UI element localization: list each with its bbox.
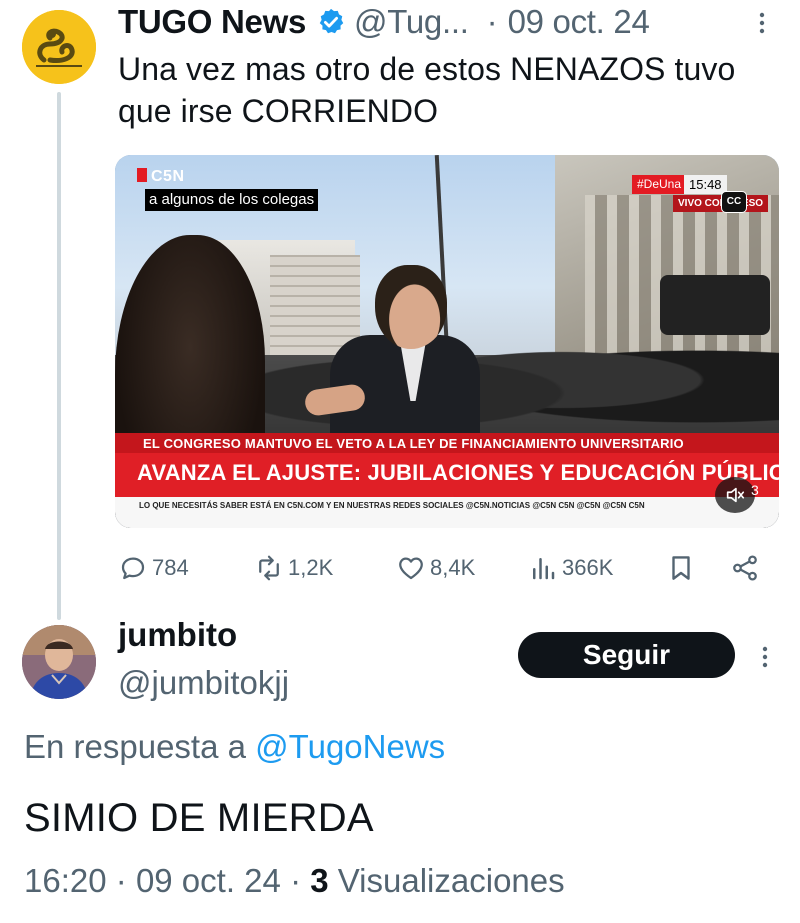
reply-mention-link[interactable]: @TugoNews (255, 728, 445, 765)
video-frame-head (375, 265, 447, 349)
reply-date[interactable]: 09 oct. 24 (136, 862, 281, 899)
separator-dot: · (115, 862, 127, 899)
separator-dot: · (290, 862, 302, 899)
reply-button[interactable]: 784 (118, 548, 189, 588)
program-tag: #DeUna (632, 175, 687, 194)
share-icon (730, 553, 760, 583)
share-button[interactable] (730, 548, 760, 588)
news-banner-headline: AVANZA EL AJUSTE: JUBILACIONES Y EDUCACI… (137, 460, 779, 485)
jumbito-avatar[interactable] (22, 625, 96, 699)
views-button[interactable]: 366K (528, 548, 613, 588)
follow-button[interactable]: Seguir (518, 632, 735, 678)
bookmark-button[interactable] (666, 548, 696, 588)
channel-logo: C5N (137, 168, 185, 186)
views-icon (528, 553, 558, 583)
in-reply-to-label: En respuesta a (24, 728, 246, 765)
in-reply-to: En respuesta a @TugoNews (24, 728, 445, 766)
volume-muted-icon[interactable] (715, 477, 755, 513)
reply-text: SIMIO DE MIERDA (24, 796, 374, 840)
views-count: 366K (562, 555, 614, 580)
broadcast-time: 15:48 (684, 175, 727, 194)
reply-author-handle[interactable]: @jumbitokjj (118, 664, 289, 702)
closed-captions-button[interactable]: CC (721, 191, 747, 213)
reply-views-count: 3 (310, 862, 329, 899)
gadsden-flag-snake-icon (22, 10, 96, 84)
retweet-icon (254, 553, 284, 583)
reply-metadata: 16:20 · 09 oct. 24 · 3 Visualizaciones (24, 862, 565, 900)
reply-views-label[interactable]: Visualizaciones (338, 862, 565, 899)
tweet-date[interactable]: 09 oct. 24 (508, 3, 650, 41)
video-counter: 3 (751, 482, 759, 498)
video-frame-camera (660, 275, 770, 335)
more-options-icon[interactable] (755, 640, 775, 674)
reply-count: 784 (152, 555, 189, 580)
bookmark-icon (666, 553, 696, 583)
more-options-icon[interactable] (752, 6, 772, 40)
verified-badge-icon (316, 7, 346, 37)
video-player[interactable]: C5N a algunos de los colegas #DeUna 15:4… (115, 155, 779, 528)
like-count: 8,4K (430, 555, 476, 580)
author-name[interactable]: TUGO News (118, 3, 306, 41)
separator-dot: · (486, 3, 498, 40)
tweet-text: Una vez mas otro de estos NENAZOS tuvo q… (118, 51, 736, 129)
like-button[interactable]: 8,4K (396, 548, 475, 588)
thread-connector-line (57, 92, 61, 620)
news-banner-top-text: EL CONGRESO MANTUVO EL VETO A LA LEY DE … (143, 436, 684, 451)
reply-author-name[interactable]: jumbito (118, 616, 237, 654)
tweet-header: TUGO News @Tug... · 09 oct. 24 (118, 2, 650, 42)
retweet-button[interactable]: 1,2K (254, 548, 333, 588)
news-banner-footer-text: LO QUE NECESITÁS SABER ESTÁ EN C5N.COM Y… (139, 501, 645, 510)
like-icon (396, 553, 426, 583)
author-handle[interactable]: @Tug... (354, 3, 469, 41)
reply-icon (118, 553, 148, 583)
retweet-count: 1,2K (288, 555, 334, 580)
reply-time[interactable]: 16:20 (24, 862, 107, 899)
profile-photo (22, 625, 96, 699)
video-subtitle: a algunos de los colegas (145, 189, 319, 211)
tugo-news-avatar[interactable] (22, 10, 96, 84)
